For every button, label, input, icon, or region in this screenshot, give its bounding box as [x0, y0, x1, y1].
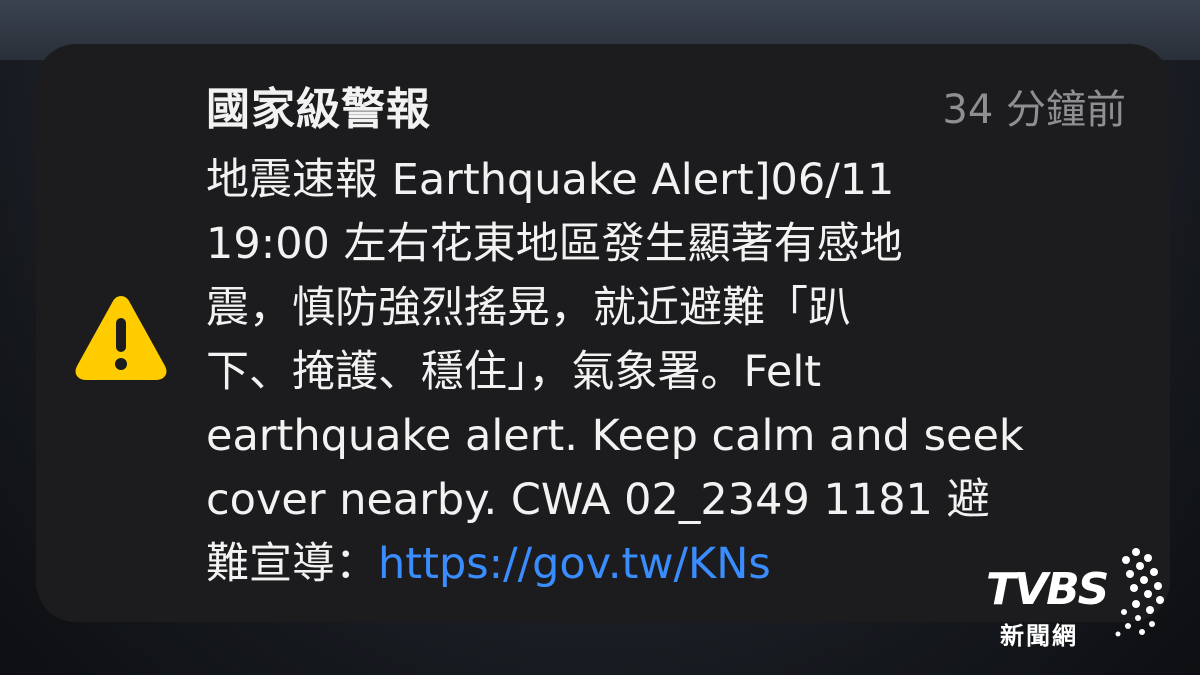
- message-line: 下、掩護、穩住」，氣象署。Felt: [206, 347, 822, 397]
- emergency-alert-notification[interactable]: 國家級警報 34 分鐘前 地震速報 Earthquake Alert]06/11…: [36, 44, 1170, 622]
- message-line-prefix: 難宣導：: [206, 539, 378, 589]
- message-line: 震，慎防強烈搖晃，就近避難「趴: [206, 283, 851, 333]
- message-line: earthquake alert. Keep calm and seek: [206, 411, 1024, 461]
- notification-header: 國家級警報 34 分鐘前: [206, 78, 1126, 142]
- warning-triangle-icon: [72, 290, 170, 382]
- logo-subtitle: 新聞網: [1000, 622, 1078, 650]
- timestamp: 34 分鐘前: [942, 87, 1126, 133]
- logo-brand: TVBS: [986, 564, 1109, 615]
- alert-link[interactable]: https://gov.tw/KNs: [378, 539, 771, 589]
- message-line: 地震速報 Earthquake Alert]06/11: [206, 155, 895, 205]
- tvbs-watermark-logo: TVBS 新聞網: [986, 546, 1166, 650]
- alert-message: 地震速報 Earthquake Alert]06/11 19:00 左右花東地區…: [206, 148, 1126, 596]
- alert-title: 國家級警報: [206, 84, 431, 135]
- message-line: cover nearby. CWA 02_2349 1181 避: [206, 475, 990, 525]
- message-line: 19:00 左右花東地區發生顯著有感地: [206, 219, 903, 269]
